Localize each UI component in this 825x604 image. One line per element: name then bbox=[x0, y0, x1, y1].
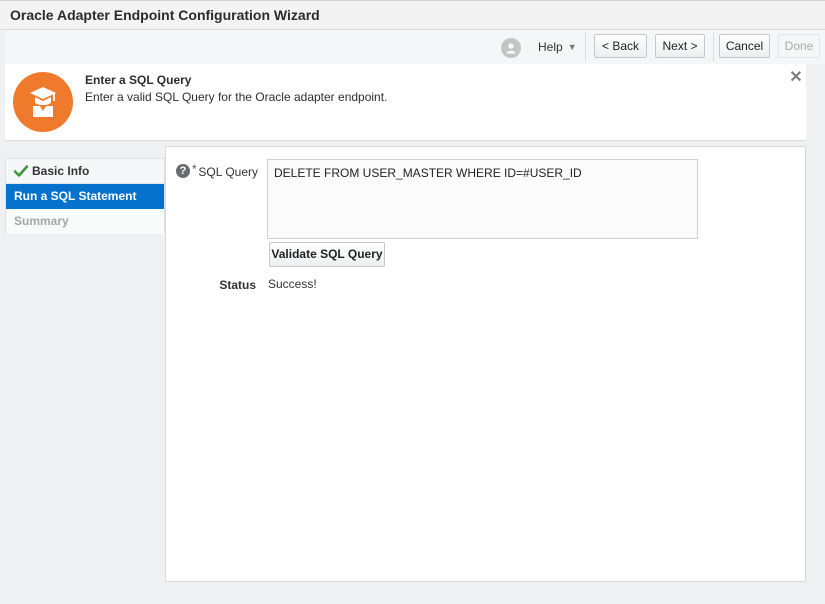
next-button[interactable]: Next > bbox=[655, 34, 705, 58]
toolbar-divider bbox=[585, 32, 586, 62]
sql-query-label: SQL Query bbox=[198, 165, 258, 179]
checkmark-icon bbox=[13, 161, 29, 186]
done-button[interactable]: Done bbox=[778, 34, 820, 58]
wizard-steps: Basic Info Run a SQL Statement Summary bbox=[5, 158, 165, 234]
chevron-down-icon: ▼ bbox=[567, 42, 577, 52]
help-label: Help bbox=[538, 40, 563, 54]
status-label: Status bbox=[219, 278, 256, 292]
page-subtitle: Enter a valid SQL Query for the Oracle a… bbox=[85, 90, 388, 104]
sql-query-input[interactable]: DELETE FROM USER_MASTER WHERE ID=#USER_I… bbox=[267, 159, 698, 239]
page-title: Enter a SQL Query bbox=[85, 73, 192, 87]
help-menu[interactable]: Help ▼ bbox=[538, 38, 577, 56]
close-icon[interactable]: ✕ bbox=[789, 70, 803, 86]
help-icon[interactable]: ? bbox=[176, 164, 190, 178]
cancel-button[interactable]: Cancel bbox=[719, 34, 770, 58]
status-value: Success! bbox=[268, 277, 317, 291]
step-basic-info[interactable]: Basic Info bbox=[6, 159, 164, 184]
step-run-sql-statement[interactable]: Run a SQL Statement bbox=[6, 184, 164, 209]
back-button[interactable]: < Back bbox=[594, 34, 647, 58]
user-badge-icon[interactable] bbox=[501, 38, 521, 58]
step-summary[interactable]: Summary bbox=[6, 209, 164, 234]
step-label: Basic Info bbox=[32, 164, 90, 178]
window-title: Oracle Adapter Endpoint Configuration Wi… bbox=[0, 0, 825, 30]
graduate-icon bbox=[13, 72, 73, 132]
validate-sql-query-button[interactable]: Validate SQL Query bbox=[269, 242, 385, 267]
step-label: Summary bbox=[14, 214, 69, 228]
toolbar-divider bbox=[713, 32, 714, 62]
step-label: Run a SQL Statement bbox=[14, 189, 137, 203]
toolbar: Help ▼ < Back Next > Cancel Done bbox=[5, 30, 825, 64]
wizard-header: Enter a SQL Query Enter a valid SQL Quer… bbox=[5, 64, 806, 141]
form-panel: ? * SQL Query DELETE FROM USER_MASTER WH… bbox=[165, 146, 806, 582]
